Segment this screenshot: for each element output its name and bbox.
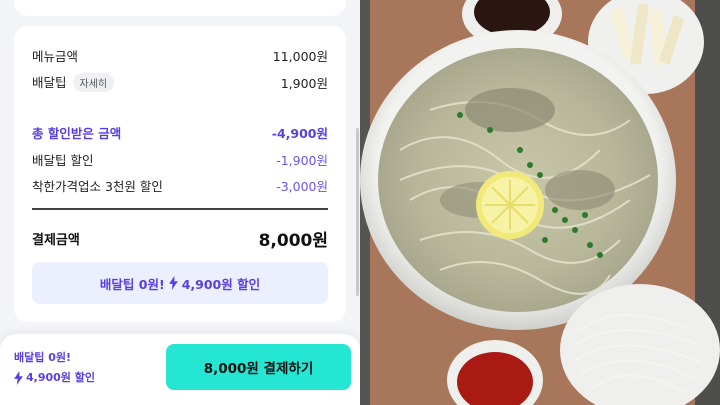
total-discount-label: 총 할인받은 금액 <box>32 126 122 141</box>
order-summary-screen: 메뉴금액 11,000원 배달팁 자세히 1,900원 총 할인받은 금액 -4,… <box>0 0 360 405</box>
menu-price-value: 11,000원 <box>272 49 328 64</box>
checkout-line2: 4,900원 할인 <box>26 371 95 384</box>
lightning-bolt-icon <box>168 276 178 290</box>
promo-text-b: 4,900원 할인 <box>181 276 261 292</box>
checkout-line1: 배달팁 0원! <box>14 351 71 364</box>
payment-total-label: 결제금액 <box>32 233 80 248</box>
total-discount-value: -4,900원 <box>271 126 328 141</box>
divider <box>32 208 328 210</box>
delivery-tip-value: 1,900원 <box>280 75 328 91</box>
payment-total-row: 결제금액 8,000원 <box>32 226 328 251</box>
store-discount-value: -3,000원 <box>276 179 328 194</box>
menu-price-label: 메뉴금액 <box>32 49 79 64</box>
delivery-discount-label: 배달팁 할인 <box>32 153 94 168</box>
delivery-discount-value: -1,900원 <box>276 153 328 168</box>
checkout-bar: 배달팁 0원! 4,900원 할인 8,000원 결제하기 <box>0 334 360 405</box>
promo-text-a: 배달팁 0원! <box>99 276 165 292</box>
free-delivery-promo-banner: 배달팁 0원! 4,900원 할인 <box>32 262 328 304</box>
payment-total-value: 8,000원 <box>258 231 328 251</box>
previous-card-bottom <box>14 0 346 16</box>
total-discount-row: 총 할인받은 금액 -4,900원 <box>32 123 328 142</box>
checkout-discount-summary: 배달팁 0원! 4,900원 할인 <box>14 348 95 388</box>
delivery-tip-row: 배달팁 자세히 1,900원 <box>32 72 328 92</box>
detail-chip[interactable]: 자세히 <box>72 73 115 92</box>
store-discount-row: 착한가격업소 3천원 할인 -3,000원 <box>32 176 328 195</box>
store-discount-label: 착한가격업소 3천원 할인 <box>32 179 163 194</box>
pay-button[interactable]: 8,000원 결제하기 <box>166 344 351 390</box>
delivery-tip-label: 배달팁 <box>32 75 67 90</box>
menu-price-row: 메뉴금액 11,000원 <box>32 46 328 65</box>
lightning-bolt-icon <box>14 371 23 385</box>
scrollbar[interactable] <box>356 128 359 296</box>
delivery-discount-row: 배달팁 할인 -1,900원 <box>32 150 328 169</box>
food-photo <box>360 0 720 405</box>
price-breakdown-card: 메뉴금액 11,000원 배달팁 자세히 1,900원 총 할인받은 금액 -4,… <box>14 26 346 322</box>
pho-photo-illustration <box>360 0 720 405</box>
